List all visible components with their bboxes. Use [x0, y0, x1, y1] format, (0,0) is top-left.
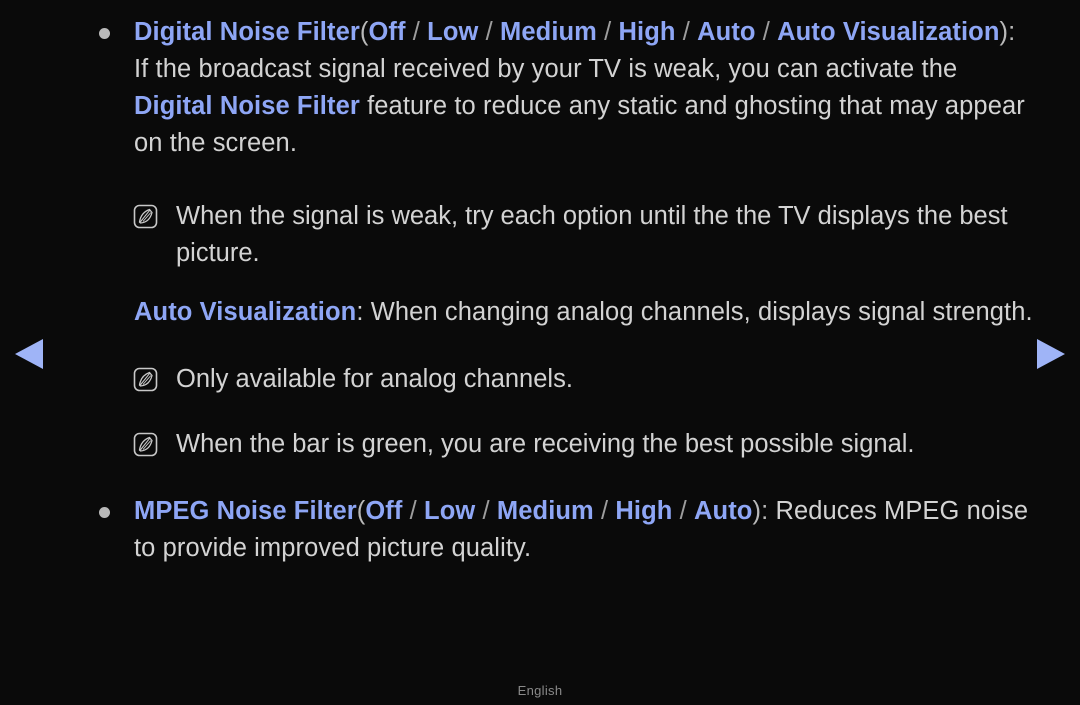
auto-visualization-line: Auto Visualization: When changing analog… — [134, 294, 1040, 331]
note-icon — [133, 367, 158, 392]
option-separator: / — [482, 497, 490, 525]
mpeg-noise-filter-heading: MPEG Noise Filter(Off / Low / Medium / H… — [134, 493, 1040, 530]
setting-name: MPEG Noise Filter — [134, 497, 357, 525]
note-icon — [133, 432, 158, 457]
mpeg-description-text-2: to provide improved picture quality. — [134, 534, 532, 562]
description-text-3: screen. — [212, 129, 298, 157]
auto-visualization-term: Auto Visualization — [134, 298, 357, 326]
option-high: High — [618, 18, 676, 46]
colon: : — [356, 298, 364, 326]
note-text: When the bar is green, you are receiving… — [176, 430, 915, 458]
description-text-1: If the broadcast signal received by your… — [134, 55, 958, 83]
description-emphasis-1: Digital — [134, 92, 213, 120]
option-separator: / — [412, 18, 420, 46]
note-text: When the signal is weak, try each option… — [176, 202, 1008, 230]
auto-visualization-description: When changing analog channels, displays … — [363, 298, 1033, 326]
note-text-continuation: picture. — [176, 239, 260, 267]
tv-emanual-screen: Digital Noise Filter(Off / Low / Medium … — [0, 0, 1080, 705]
option-separator: / — [409, 497, 417, 525]
option-auto-visualization: Auto Visualization — [777, 18, 1000, 46]
option-low: Low — [424, 497, 476, 525]
manual-content: Digital Noise Filter(Off / Low / Medium … — [0, 0, 1080, 569]
option-separator: / — [682, 18, 690, 46]
note-row: When the bar is green, you are receiving… — [0, 426, 1080, 463]
digital-noise-filter-heading: Digital Noise Filter(Off / Low / Medium … — [134, 14, 1040, 51]
note-row: Only available for analog channels. — [0, 361, 1080, 398]
close-paren: ) — [999, 18, 1009, 46]
close-paren: ) — [752, 497, 762, 525]
subsection-auto-visualization: Auto Visualization: When changing analog… — [0, 294, 1080, 331]
bullet-icon — [99, 28, 110, 39]
option-high: High — [615, 497, 673, 525]
option-auto: Auto — [694, 497, 753, 525]
bullet-icon — [99, 507, 110, 518]
note-icon — [133, 204, 158, 229]
option-separator: / — [485, 18, 493, 46]
option-separator: / — [762, 18, 770, 46]
footer-language-label: English — [517, 683, 563, 698]
description-emphasis-2: Noise Filter — [219, 92, 360, 120]
colon: : — [1008, 18, 1016, 46]
note-row: When the signal is weak, try each option… — [0, 198, 1080, 272]
option-low: Low — [427, 18, 479, 46]
mpeg-noise-filter-description-continuation: to provide improved picture quality. — [134, 530, 1040, 567]
section-digital-noise-filter: Digital Noise Filter(Off / Low / Medium … — [0, 14, 1080, 162]
digital-noise-filter-description: If the broadcast signal received by your… — [134, 51, 1040, 162]
option-separator: / — [679, 497, 687, 525]
option-off: Off — [368, 18, 406, 46]
option-auto: Auto — [697, 18, 756, 46]
mpeg-description-text-1: Reduces MPEG noise — [768, 497, 1029, 525]
section-mpeg-noise-filter: MPEG Noise Filter(Off / Low / Medium / H… — [0, 493, 1080, 567]
setting-name: Digital Noise Filter — [134, 18, 360, 46]
note-text: Only available for analog channels. — [176, 365, 573, 393]
option-medium: Medium — [496, 497, 594, 525]
option-medium: Medium — [500, 18, 597, 46]
option-off: Off — [365, 497, 403, 525]
